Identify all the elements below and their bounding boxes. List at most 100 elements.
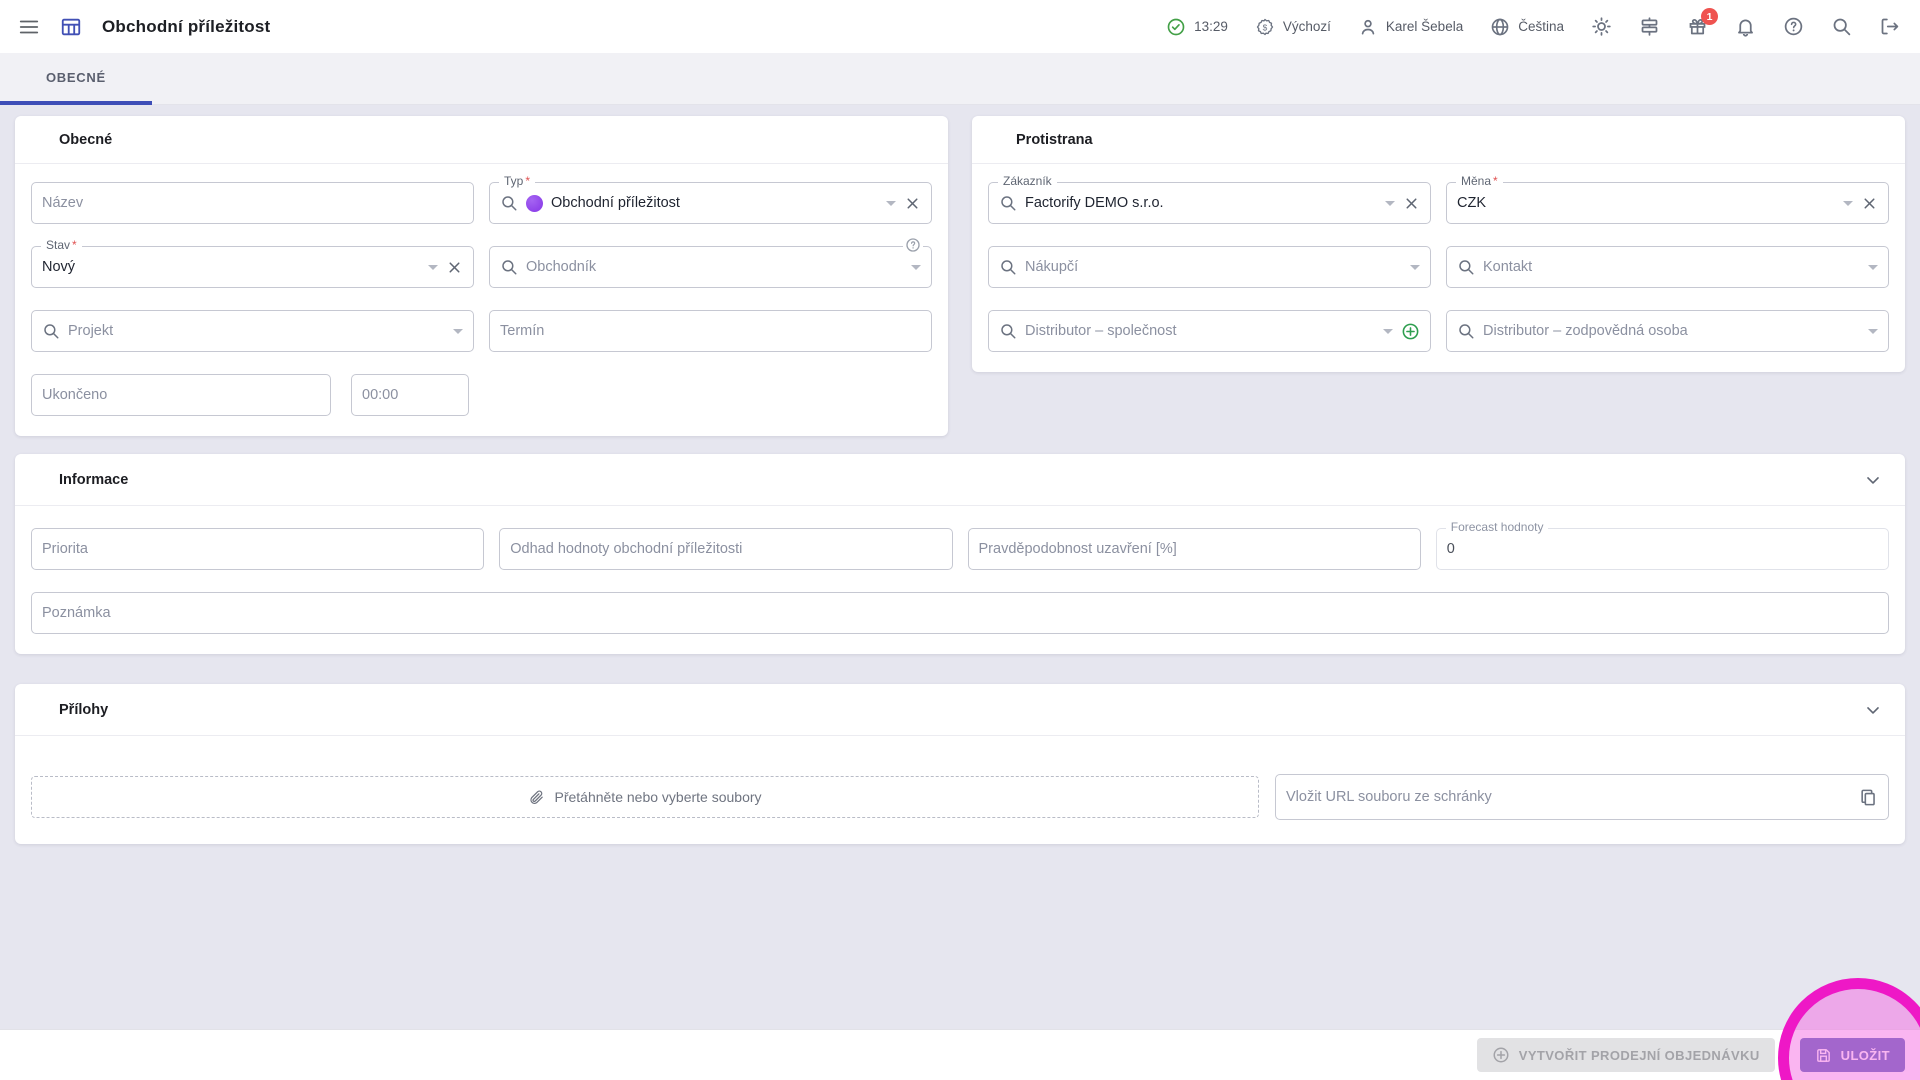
- nakupci-field[interactable]: [988, 246, 1431, 288]
- chevron-down-icon[interactable]: [1868, 328, 1878, 334]
- ukonceno-field[interactable]: [31, 374, 331, 416]
- typ-field[interactable]: Typ * Obchodní příležitost: [489, 174, 932, 224]
- language-selector[interactable]: Čeština: [1490, 17, 1564, 37]
- save-button[interactable]: ULOŽIT: [1799, 1038, 1905, 1072]
- typ-value: Obchodní příležitost: [551, 195, 680, 211]
- chevron-down-icon[interactable]: [428, 264, 438, 270]
- create-sales-order-button[interactable]: VYTVOŘIT PRODEJNÍ OBJEDNÁVKU: [1476, 1038, 1775, 1072]
- time-field[interactable]: [351, 374, 469, 416]
- clipboard-copy-icon: [1859, 788, 1878, 807]
- search-icon: [999, 194, 1017, 212]
- distributor-company-input[interactable]: [1025, 323, 1375, 339]
- search-icon: [999, 258, 1017, 276]
- stav-value: Nový: [42, 259, 76, 275]
- zakaznik-label: Zákazník: [1003, 174, 1052, 188]
- notifications-button[interactable]: [1735, 16, 1756, 37]
- search-icon: [999, 322, 1017, 340]
- kontakt-field[interactable]: [1446, 246, 1889, 288]
- pravdepodobnost-input[interactable]: [978, 541, 1410, 557]
- poznamka-field[interactable]: [31, 592, 1889, 634]
- counterparty-card: Protistrana Zákazník Factorify DEMO s.r.…: [972, 116, 1905, 372]
- nakupci-input[interactable]: [1025, 259, 1402, 275]
- odhad-field[interactable]: [499, 528, 953, 570]
- mena-clear-button[interactable]: [1861, 195, 1878, 212]
- environment-label: Výchozí: [1282, 19, 1331, 34]
- chevron-down-icon: [1863, 470, 1883, 490]
- mena-label: Měna: [1461, 174, 1492, 188]
- collapse-info-button[interactable]: [1863, 470, 1883, 490]
- hamburger-icon: [18, 16, 40, 38]
- chevron-down-icon[interactable]: [886, 200, 896, 206]
- time-input[interactable]: [362, 387, 458, 403]
- priorita-field[interactable]: [31, 528, 485, 570]
- user-menu[interactable]: Karel Šebela: [1358, 17, 1463, 37]
- check-circle-icon: [1166, 17, 1186, 37]
- stav-label: Stav: [46, 238, 71, 252]
- file-url-field[interactable]: [1275, 774, 1889, 820]
- create-sales-order-label: VYTVOŘIT PRODEJNÍ OBJEDNÁVKU: [1518, 1047, 1760, 1063]
- pravdepodobnost-field[interactable]: [967, 528, 1421, 570]
- general-card-title: Obecné: [59, 132, 113, 148]
- whats-new-button[interactable]: 1: [1687, 8, 1718, 37]
- menu-button[interactable]: [18, 16, 40, 38]
- obchodnik-field[interactable]: [489, 237, 932, 288]
- search-button[interactable]: [1831, 16, 1852, 37]
- logout-button[interactable]: [1879, 16, 1900, 37]
- help-button[interactable]: [1783, 16, 1804, 37]
- info-card: Informace Forecast h: [15, 454, 1905, 654]
- mena-field[interactable]: Měna * CZK: [1446, 174, 1889, 224]
- top-bar: Obchodní příležitost 13:29 $ Výchozí Kar…: [0, 0, 1920, 53]
- obchodnik-input[interactable]: [526, 259, 903, 275]
- save-icon: [1815, 1047, 1832, 1064]
- required-marker: *: [525, 174, 531, 188]
- zakaznik-clear-button[interactable]: [1403, 195, 1420, 212]
- save-label: ULOŽIT: [1840, 1047, 1890, 1063]
- action-bar: VYTVOŘIT PRODEJNÍ OBJEDNÁVKU ULOŽIT: [0, 1029, 1920, 1080]
- globe-icon: [1490, 17, 1510, 37]
- kontakt-input[interactable]: [1483, 259, 1860, 275]
- environment-selector[interactable]: $ Výchozí: [1255, 17, 1331, 37]
- chevron-down-icon[interactable]: [1383, 328, 1393, 334]
- zakaznik-field[interactable]: Zákazník Factorify DEMO s.r.o.: [988, 174, 1431, 224]
- chevron-down-icon[interactable]: [1843, 200, 1853, 206]
- chevron-down-icon[interactable]: [911, 264, 921, 270]
- file-url-input[interactable]: [1286, 789, 1851, 805]
- search-icon: [1831, 16, 1852, 37]
- projekt-field[interactable]: [31, 310, 474, 352]
- distributor-person-input[interactable]: [1483, 323, 1860, 339]
- nazev-field[interactable]: [31, 182, 474, 224]
- poznamka-input[interactable]: [42, 605, 1878, 621]
- tab-general[interactable]: OBECNÉ: [0, 53, 152, 105]
- obchodnik-help-icon[interactable]: [903, 237, 923, 253]
- chevron-down-icon[interactable]: [1385, 200, 1395, 206]
- distributor-company-field[interactable]: [988, 310, 1431, 352]
- typ-label: Typ: [504, 174, 524, 188]
- general-card: Obecné Typ* Obchodní příležitost: [15, 116, 948, 436]
- theme-toggle-button[interactable]: [1591, 16, 1612, 37]
- termin-field[interactable]: [489, 310, 932, 352]
- projekt-input[interactable]: [68, 323, 445, 339]
- priorita-input[interactable]: [42, 541, 474, 557]
- clock-time: 13:29: [1194, 19, 1228, 34]
- chevron-down-icon: [1863, 700, 1883, 720]
- ukonceno-input[interactable]: [42, 387, 320, 403]
- stav-field[interactable]: Stav * Nový: [31, 238, 474, 288]
- add-distributor-button[interactable]: [1401, 322, 1420, 341]
- gift-badge: 1: [1701, 8, 1718, 25]
- termin-input[interactable]: [500, 323, 921, 339]
- distributor-person-field[interactable]: [1446, 310, 1889, 352]
- chevron-down-icon[interactable]: [453, 328, 463, 334]
- paste-from-clipboard-button[interactable]: [1859, 788, 1878, 807]
- nazev-input[interactable]: [42, 195, 463, 211]
- forecast-label: Forecast hodnoty: [1450, 520, 1544, 534]
- odhad-input[interactable]: [510, 541, 942, 557]
- typ-clear-button[interactable]: [904, 195, 921, 212]
- counterparty-card-title: Protistrana: [1016, 132, 1093, 148]
- modules-button[interactable]: [1639, 16, 1660, 37]
- svg-text:$: $: [1263, 22, 1268, 32]
- chevron-down-icon[interactable]: [1868, 264, 1878, 270]
- collapse-attachments-button[interactable]: [1863, 700, 1883, 720]
- chevron-down-icon[interactable]: [1410, 264, 1420, 270]
- stav-clear-button[interactable]: [446, 259, 463, 276]
- file-dropzone[interactable]: Přetáhněte nebo vyberte soubory: [31, 776, 1259, 818]
